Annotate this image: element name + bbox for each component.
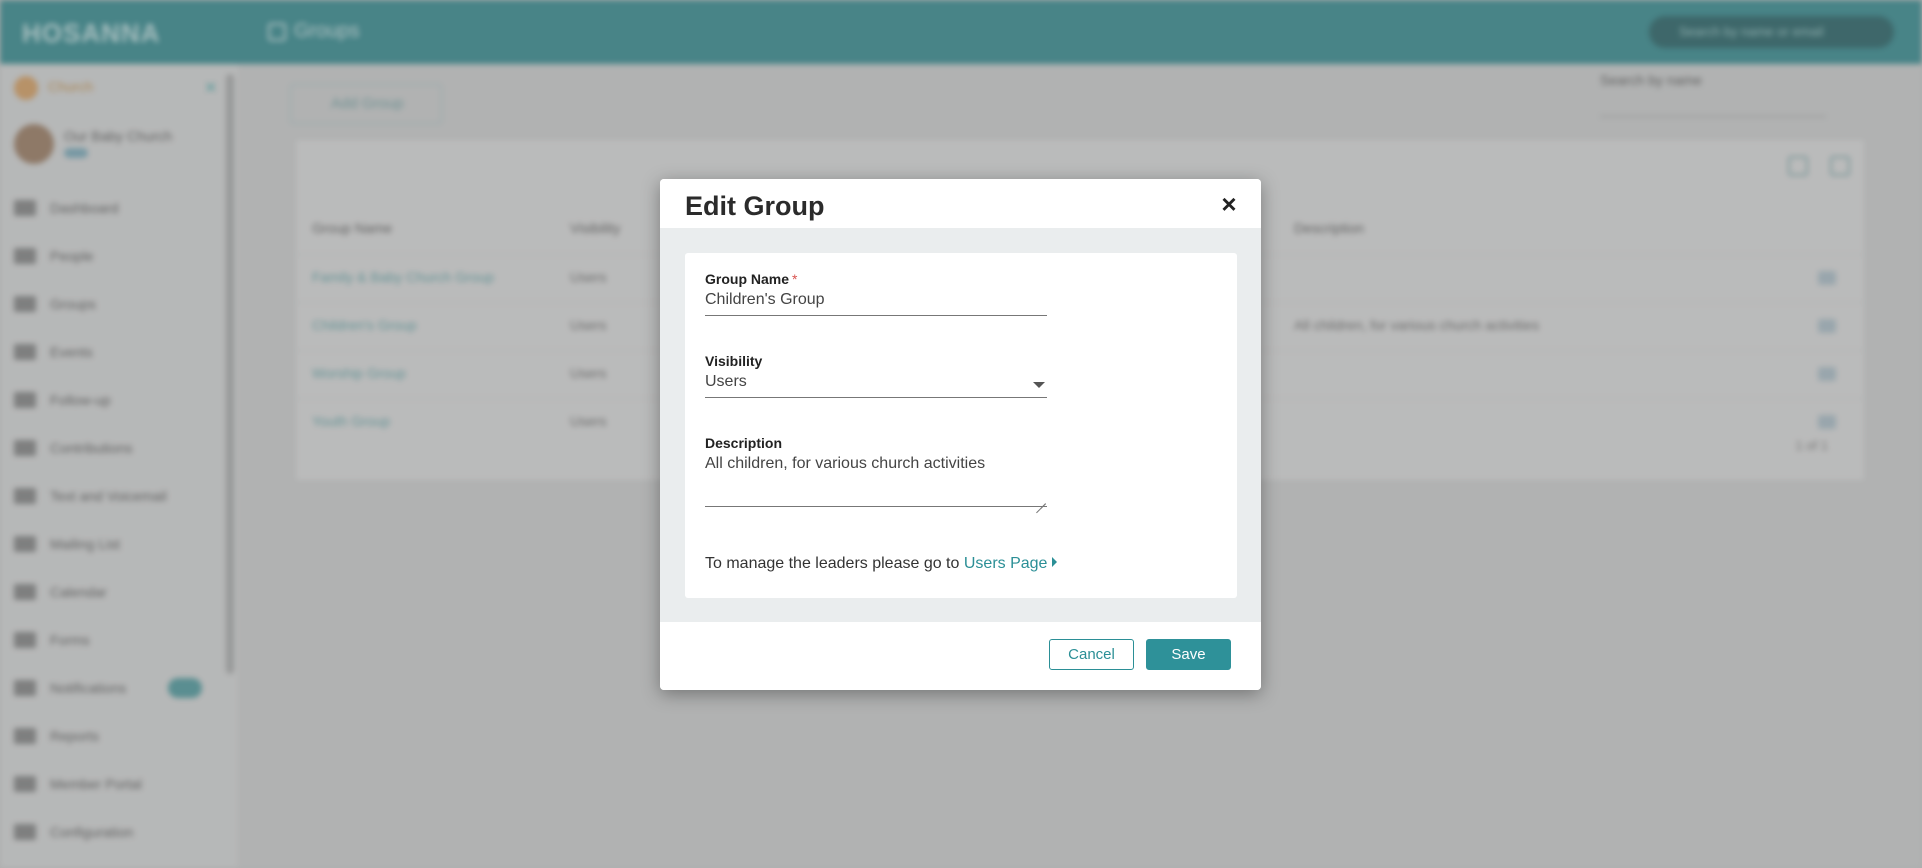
description-label: Description <box>705 435 783 451</box>
visibility-field: Visibility Users <box>705 353 1047 398</box>
manage-leaders-text: To manage the leaders please go to <box>705 555 960 572</box>
group-name-field: Group Name * Children's Group <box>705 271 1047 316</box>
visibility-value: Users <box>705 373 747 390</box>
description-field: Description All children, for various ch… <box>705 435 1047 507</box>
caret-right-icon[interactable] <box>1052 557 1058 567</box>
resize-handle-icon[interactable] <box>1036 494 1046 504</box>
dialog-title: Edit Group <box>685 191 825 221</box>
required-marker: * <box>792 271 798 287</box>
description-value: All children, for various church activit… <box>705 455 986 472</box>
group-name-label-text: Group Name <box>705 271 790 287</box>
users-page-link[interactable]: Users Page <box>964 555 1058 572</box>
edit-group-dialog: Edit Group × Group Name * Children's Grou… <box>660 179 1261 690</box>
group-form: Group Name * Children's Group Visibility … <box>685 253 1237 598</box>
users-page-link-text[interactable]: Users Page <box>964 555 1048 572</box>
dialog-header: Edit Group × <box>660 179 1261 228</box>
cancel-button[interactable]: Cancel <box>1049 639 1134 670</box>
close-icon[interactable]: × <box>1217 191 1241 217</box>
visibility-select[interactable]: Users <box>705 373 1047 398</box>
manage-leaders-note: To manage the leaders please go to Users… <box>705 555 1058 573</box>
dialog-footer: Cancel Save <box>660 622 1261 690</box>
dialog-body: Group Name * Children's Group Visibility … <box>660 228 1261 622</box>
description-textarea[interactable]: All children, for various church activit… <box>705 455 1047 507</box>
group-name-label: Group Name * <box>705 271 1047 287</box>
chevron-down-icon[interactable] <box>1033 382 1045 388</box>
save-button[interactable]: Save <box>1146 639 1231 670</box>
group-name-input[interactable]: Children's Group <box>705 291 1047 316</box>
visibility-label: Visibility <box>705 353 763 369</box>
